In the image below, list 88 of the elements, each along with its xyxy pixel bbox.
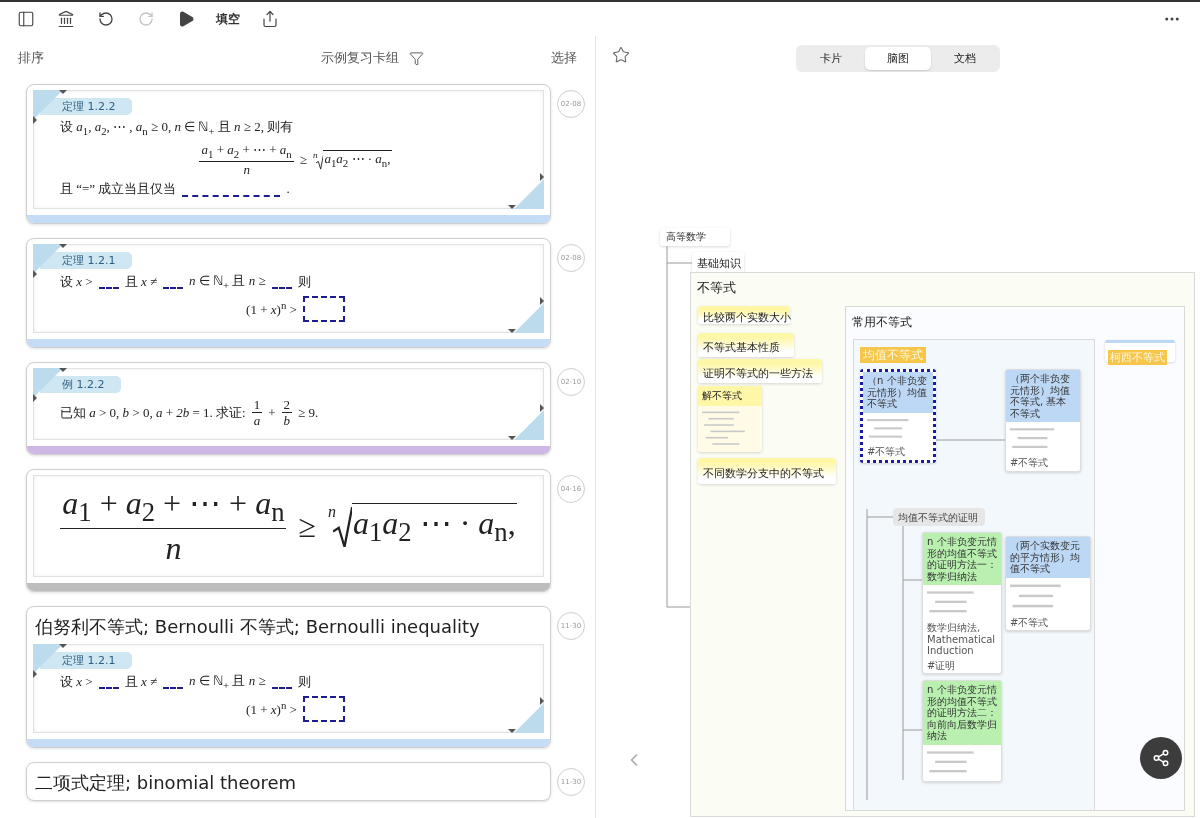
math-text: (1 + x)$^{n}$ > [246,698,297,719]
view-tab[interactable]: 卡片 [798,46,865,70]
deck-name[interactable]: 示例复习卡组 [321,49,399,67]
filter-icon[interactable] [409,50,424,66]
highlighted-text: 柯西不等式 [1108,350,1167,365]
card-node-title: （两个实数变元的平方情形）均值不等式 [1006,537,1090,578]
corner-fold-drawing [508,296,544,333]
theorem-tag: 定理 1.2.1 [40,251,132,269]
group-title: 常用不等式 [852,315,912,329]
denominator: n [165,529,182,568]
answer-box [302,295,345,322]
math-text: 已知 a > 0, b > 0, a + 2b = 1. 求证: [60,404,246,421]
math-text: ≥ [298,506,316,546]
mind-map-node[interactable]: 高等数学 [660,228,730,246]
review-card[interactable]: 伯努利不等式; Bernoulli 不等式; Bernoulli inequality 定理 1.2.1 设 x > 且 x ≠ n ∈ ℕ$_{+}$ 且 n ≥ 则 (1 + x)$^{n}$ > [26,605,551,748]
card-node[interactable]: （两个实数变元的平方情形）均值不等式 #不等式 [1005,536,1091,632]
numerator: 2 [281,396,293,414]
mind-map-group[interactable]: 常用不等式 均值不等式 （n 个非负变元情形）均值不等式 #不等式 均值不等式的证明 n 个非负变元情形的均值不等式的证明方法一：数学归纳法 数学归纳法, Mathematical Induction #证明 n 个非负变元情形的均值不等式的证明方法二：向前向后数学归纳法 （两个非负变元情形）均值不等式, 基本不等式 #不等式 （两个实数变元的平方情形）均值不等式 #不等式 柯西不等式 [845,306,1185,811]
theorem-tag: 定理 1.2.2 [40,98,132,115]
review-card[interactable]: a$_{1}$ + a$_{2}$ + ⋯ + a$_{n}$ n ≥ n a$_{1}$a$_{2}$ ⋯ · a$_{n}$, [26,468,551,592]
mind-map-node[interactable]: 均值不等式的证明 [893,508,985,526]
mind-map-node[interactable]: 证明不等式的一些方法 [698,359,822,383]
math-text: 且 x ≠ [124,674,158,691]
note-title: 解不等式 [698,386,762,406]
card-node[interactable]: （两个非负变元情形）均值不等式, 基本不等式 #不等式 [1005,369,1081,472]
card-node-footer: #不等式 [1006,456,1080,471]
root-index: n [312,149,318,160]
math-text: 则 [297,274,311,291]
math-text: . [286,181,290,198]
card-node-title: n 个非负变元情形的均值不等式的证明方法二：向前向后数学归纳法 [923,681,1001,745]
math-text: 设 x > [60,274,93,291]
group-title: 均值不等式 [860,347,926,363]
mind-map-node[interactable]: 不等式基本性质 [698,333,794,357]
card-node-footer: #不等式 [1006,615,1090,631]
card-node[interactable]: n 个非负变元情形的均值不等式的证明方法一：数学归纳法 数学归纳法, Mathematical Induction #证明 [922,532,1002,674]
card-title: 二项式定理; binomial theorem [34,770,298,795]
card-node[interactable]: （n 个非负变元情形）均值不等式 #不等式 [860,369,936,463]
root-index: n [328,503,336,522]
mode-button[interactable]: 填空 [210,6,246,32]
corner-fold-drawing [508,172,544,209]
math-text: (1 + x)$^{n}$ > [246,298,297,319]
card-node-title: n 个非负变元情形的均值不等式的证明方法一：数学归纳法 [923,533,1001,585]
math-text: 设 a$_{1}$, a$_{2}$, ⋯ , a$_{n}$ ≥ 0, n ∈ ℕ$_{+}$ 且 n ≥ 2, 则有 [60,119,294,139]
radicand: a$_{1}$a$_{2}$ ⋯ · a$_{n}$, [323,149,392,170]
math-text: ≥ 9. [298,404,319,421]
math-text: n ∈ ℕ$_{+}$ 且 n ≥ [189,272,266,292]
math-text: 且 x ≠ [124,274,158,291]
denominator: n [243,161,250,178]
math-text: 且 “=” 成立当且仅当 [60,181,177,198]
math-text: n ∈ ℕ$_{+}$ 且 n ≥ [189,672,266,692]
select-button[interactable]: 选择 [551,49,577,67]
review-card[interactable]: 定理 1.2.2 设 a$_{1}$, a$_{2}$, ⋯ , a$_{n}$ ≥ 0, n ∈ ℕ$_{+}$ 且 n ≥ 2, 则有 a$_{1}$ + a$_{2}$ + ⋯ + a$_{n}$ n ≥ n a$_{1}$a$_{2}$ ⋯ · a$_{n}$, 且 “=” 成立当且仅当 . [26,84,551,224]
view-tab[interactable]: 文档 [931,46,998,70]
math-text: 则 [297,674,311,691]
connector-line [936,440,1005,441]
star-icon[interactable] [612,46,630,64]
review-card[interactable]: 定理 1.2.1 设 x > 且 x ≠ n ∈ ℕ$_{+}$ 且 n ≥ 则 (1 + x)$^{n}$ > [26,237,551,348]
corner-fold-drawing [508,403,544,440]
numerator: 1 [251,396,263,414]
denominator: a [253,413,261,429]
answer-box [302,695,345,722]
mind-map-node[interactable]: 基础知识 [692,252,744,274]
card-node-footer: #证明 [923,658,1001,673]
sort-button[interactable]: 排序 [18,49,44,67]
mind-map-node[interactable]: 不同数学分支中的不等式 [698,458,836,484]
mind-map-node[interactable]: 比较两个实数大小 [698,306,790,324]
mind-map-group[interactable] [690,272,1195,817]
review-card[interactable]: 二项式定理; binomial theorem [26,761,551,801]
denominator: b [283,413,291,429]
card-node[interactable]: n 个非负变元情形的均值不等式的证明方法二：向前向后数学归纳法 [922,680,1002,782]
mind-map-group[interactable]: 均值不等式 （n 个非负变元情形）均值不等式 #不等式 均值不等式的证明 n 个非负变元情形的均值不等式的证明方法一：数学归纳法 数学归纳法, Mathematical Induction #证明 n 个非负变元情形的均值不等式的证明方法二：向前向后数学归纳法 （两个非负变元情形）均值不等式, 基本不等式 #不等式 （两个实数变元的平方情形）均值不等式 #不等式 [853,339,1095,811]
note-node[interactable]: 解不等式 [698,386,762,452]
theorem-tag: 定理 1.2.1 [40,651,132,669]
view-tab[interactable]: 脑图 [864,46,932,70]
corner-fold-drawing [508,696,544,733]
group-title: 不等式 [697,280,736,295]
share-icon [1152,749,1170,767]
card-node-title: （两个非负变元情形）均值不等式, 基本不等式 [1006,370,1080,422]
card-node-footer: #不等式 [863,445,933,460]
radicand: a$_{1}$a$_{2}$ ⋯ · a$_{n}$, [352,503,517,549]
math-text: + [268,404,276,421]
math-text: ≥ [299,151,307,168]
numerator: a$_{1}$ + a$_{2}$ + ⋯ + a$_{n}$ [199,142,294,162]
card-node-title: （n 个非负变元情形）均值不等式 [863,372,933,413]
card-title: 伯努利不等式; Bernoulli 不等式; Bernoulli inequality [34,614,481,639]
numerator: a$_{1}$ + a$_{2}$ + ⋯ + a$_{n}$ [60,483,287,530]
card-node-footer: 数学归纳法, Mathematical Induction [923,621,1001,659]
math-text: 设 x > [60,674,93,691]
